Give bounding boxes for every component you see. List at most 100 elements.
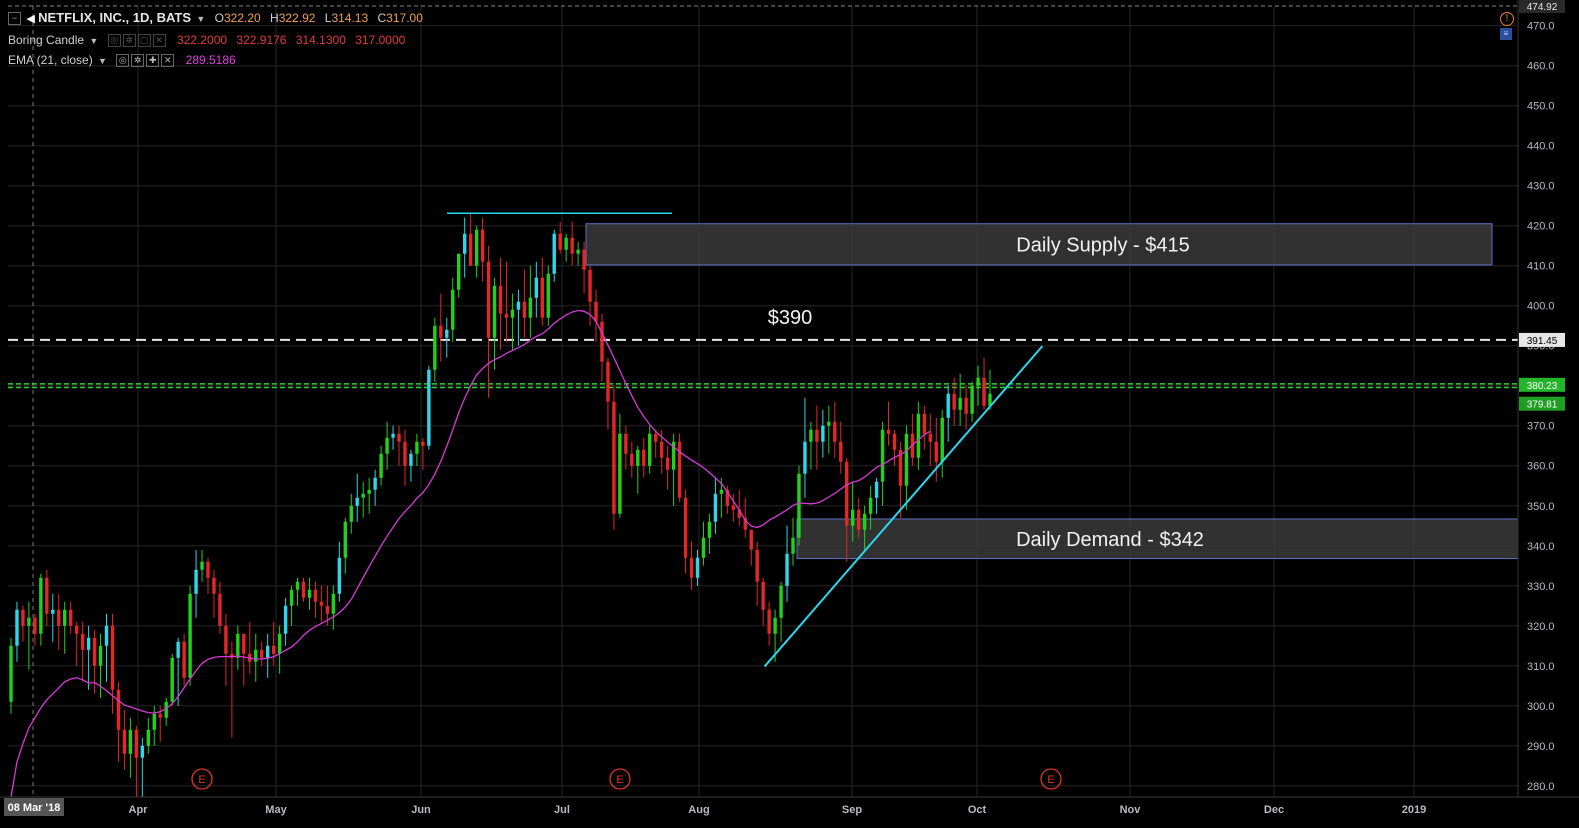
time-axis[interactable]: 08 Mar '18 Apr May Jun Jul Aug Sep Oct Nov Dec 201…: [0, 796, 1579, 828]
time-axis-bg: [0, 797, 1579, 828]
remove-icon[interactable]: ✕: [161, 54, 175, 68]
candle-body: [116, 689, 121, 730]
remove-icon[interactable]: ✕: [152, 34, 166, 48]
visibility-icon[interactable]: ◎: [107, 34, 121, 48]
x-tick-label: Sep: [842, 804, 862, 816]
ema-name[interactable]: EMA (21, close): [8, 53, 93, 67]
candle-body: [33, 617, 37, 634]
settings-icon[interactable]: ✲: [122, 34, 136, 48]
candle-body: [839, 441, 843, 462]
candle-body: [385, 437, 389, 454]
candle-body: [397, 433, 401, 442]
candle-body: [534, 277, 539, 298]
collapse-icon[interactable]: −: [8, 12, 21, 26]
candle-body: [731, 505, 736, 510]
candle-body: [588, 269, 592, 302]
candle-body: [134, 729, 139, 758]
candle-body: [182, 641, 186, 678]
candle-body: [152, 713, 156, 730]
candle-body: [325, 605, 330, 614]
candle-body: [391, 433, 395, 438]
chevron-down-icon[interactable]: ▼: [98, 56, 107, 66]
symbol-title[interactable]: NETFLIX, INC., 1D, BATS: [38, 10, 191, 25]
candle-body: [755, 549, 759, 582]
price-tag-green-1: 380.23: [1527, 381, 1558, 392]
y-tick-label: 470.0: [1527, 21, 1555, 33]
visibility-icon[interactable]: ◎: [116, 54, 130, 68]
candle-indicator-legend: Boring Candle ▼ ◎ ✲ ▢ ✕ 322.2000 322.9176 3…: [8, 33, 405, 48]
x-tick-label: 08 Mar '18: [8, 802, 61, 814]
ema-value: 289.5186: [185, 53, 236, 67]
candle-body: [636, 449, 640, 466]
candle-body: [92, 637, 97, 666]
candle-body: [409, 453, 413, 466]
candle-body: [301, 581, 306, 598]
candle-body: [964, 397, 968, 414]
candle-body: [564, 237, 568, 250]
candle-body: [415, 441, 419, 454]
candle-body: [552, 233, 556, 274]
candle-body: [15, 609, 19, 646]
earnings-marker-label: E: [198, 774, 205, 786]
candle-body: [63, 609, 67, 626]
candle-body: [74, 625, 79, 634]
source-icon[interactable]: ▢: [137, 34, 151, 48]
x-tick-label: Apr: [129, 804, 149, 816]
y-tick-label: 290.0: [1527, 741, 1555, 753]
candle-body: [504, 313, 509, 318]
candle-body: [612, 401, 616, 514]
zone-label: Daily Demand - $342: [1016, 529, 1204, 551]
source-icon[interactable]: ✚: [146, 54, 160, 68]
y-tick-label: 310.0: [1527, 661, 1555, 673]
layers-icon[interactable]: ≡: [1500, 28, 1512, 40]
candle-body: [86, 637, 91, 650]
alert-icon[interactable]: !: [1500, 12, 1514, 26]
candle-body: [140, 745, 145, 758]
candle-body: [904, 433, 909, 486]
candle-body: [558, 233, 562, 250]
candle-body: [815, 429, 819, 442]
chevron-down-icon[interactable]: ▼: [89, 36, 98, 46]
candle-body: [21, 609, 25, 626]
candle-body: [654, 433, 658, 442]
candle-body: [516, 301, 521, 310]
candle-body: [928, 433, 933, 442]
candle-body: [224, 625, 228, 654]
candle-body: [343, 521, 347, 558]
candle-body: [451, 289, 455, 330]
x-tick-label: Oct: [968, 804, 987, 816]
candle-body: [260, 649, 264, 658]
close-label: C: [377, 11, 387, 25]
candle-body: [922, 413, 927, 434]
candle-body: [719, 489, 724, 494]
candle-value-1: 322.2000: [177, 33, 228, 47]
candle-body: [9, 645, 13, 702]
candlestick-chart[interactable]: Daily Supply - $415 Daily Demand - $342 $3…: [0, 0, 1579, 828]
candle-body: [630, 453, 634, 466]
candle-body: [916, 413, 921, 458]
settings-icon[interactable]: ✲: [131, 54, 145, 68]
price-tag-top: 474.92: [1527, 2, 1558, 13]
candle-body: [827, 421, 831, 426]
candle-body: [57, 609, 61, 626]
chart-background: [0, 0, 1579, 828]
candle-body: [618, 433, 622, 514]
chevron-down-icon[interactable]: ▼: [196, 14, 205, 24]
candle-body: [970, 385, 974, 414]
candle-body: [212, 577, 216, 594]
candle-body: [594, 301, 598, 322]
y-tick-label: 300.0: [1527, 701, 1555, 713]
candle-body: [104, 625, 109, 646]
candle-body: [874, 481, 879, 498]
candle-body: [319, 601, 324, 606]
candle-body: [701, 537, 706, 558]
candle-body: [480, 229, 485, 262]
candle-body: [379, 453, 383, 478]
candle-body: [122, 729, 127, 754]
candle-body: [767, 609, 771, 634]
candle-indicator-name[interactable]: Boring Candle: [8, 33, 84, 47]
candle-body: [80, 633, 85, 650]
candle-body: [307, 589, 312, 598]
candle-body: [361, 493, 365, 498]
candle-body: [486, 261, 491, 338]
